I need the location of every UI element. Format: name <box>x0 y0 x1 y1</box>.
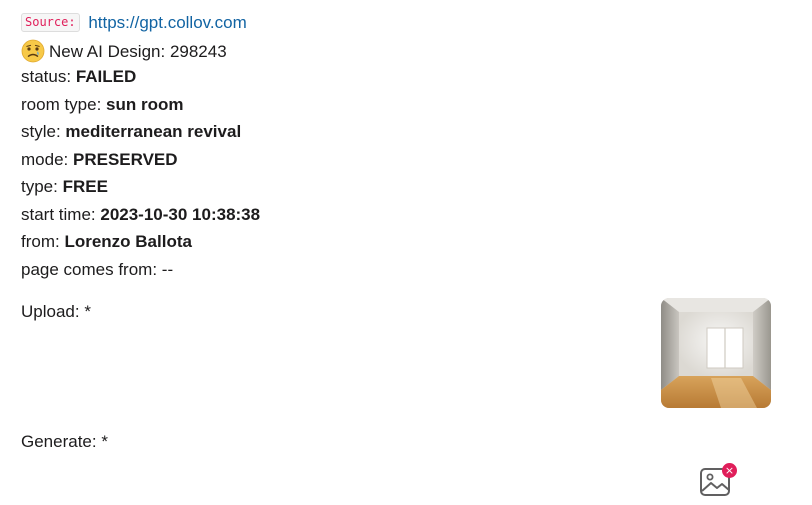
generate-label: Generate: * <box>21 432 108 451</box>
error-badge: × <box>722 463 737 478</box>
field-status: status: FAILED <box>21 66 136 88</box>
upload-label: Upload: * <box>21 302 91 321</box>
source-link[interactable]: https://gpt.collov.com <box>88 13 246 32</box>
field-value: FREE <box>62 177 108 196</box>
field-label: type: <box>21 177 63 196</box>
field-label: from: <box>21 232 65 251</box>
field-mode: mode: PRESERVED <box>21 149 178 171</box>
field-value: sun room <box>106 95 184 114</box>
field-label: room type: <box>21 95 107 114</box>
field-type: type: FREE <box>21 176 108 198</box>
field-value: mediterranean revival <box>65 122 242 141</box>
design-title: New AI Design: 298243 <box>49 42 227 61</box>
field-label: start time: <box>21 205 101 224</box>
empty-room-photo <box>661 298 771 408</box>
field-page-from: page comes from: -- <box>21 259 173 281</box>
upload-thumbnail[interactable] <box>661 298 771 408</box>
page-from-text: page comes from: -- <box>21 260 174 279</box>
field-style: style: mediterranean revival <box>21 121 241 143</box>
source-code-tag: Source: <box>21 13 80 32</box>
field-from: from: Lorenzo Ballota <box>21 231 192 253</box>
field-room-type: room type: sun room <box>21 94 184 116</box>
field-value: PRESERVED <box>72 150 178 169</box>
field-label: style: <box>21 122 66 141</box>
source-line: Source: https://gpt.collov.com <box>21 12 247 34</box>
field-label: status: <box>21 67 76 86</box>
field-value: FAILED <box>75 67 137 86</box>
design-title-line: New AI Design: 298243 <box>21 39 227 63</box>
field-value: Lorenzo Ballota <box>64 232 192 251</box>
field-label: mode: <box>21 150 73 169</box>
field-value: 2023-10-30 10:38:38 <box>100 205 261 224</box>
crying-face-icon <box>21 39 45 63</box>
field-start-time: start time: 2023-10-30 10:38:38 <box>21 204 260 226</box>
